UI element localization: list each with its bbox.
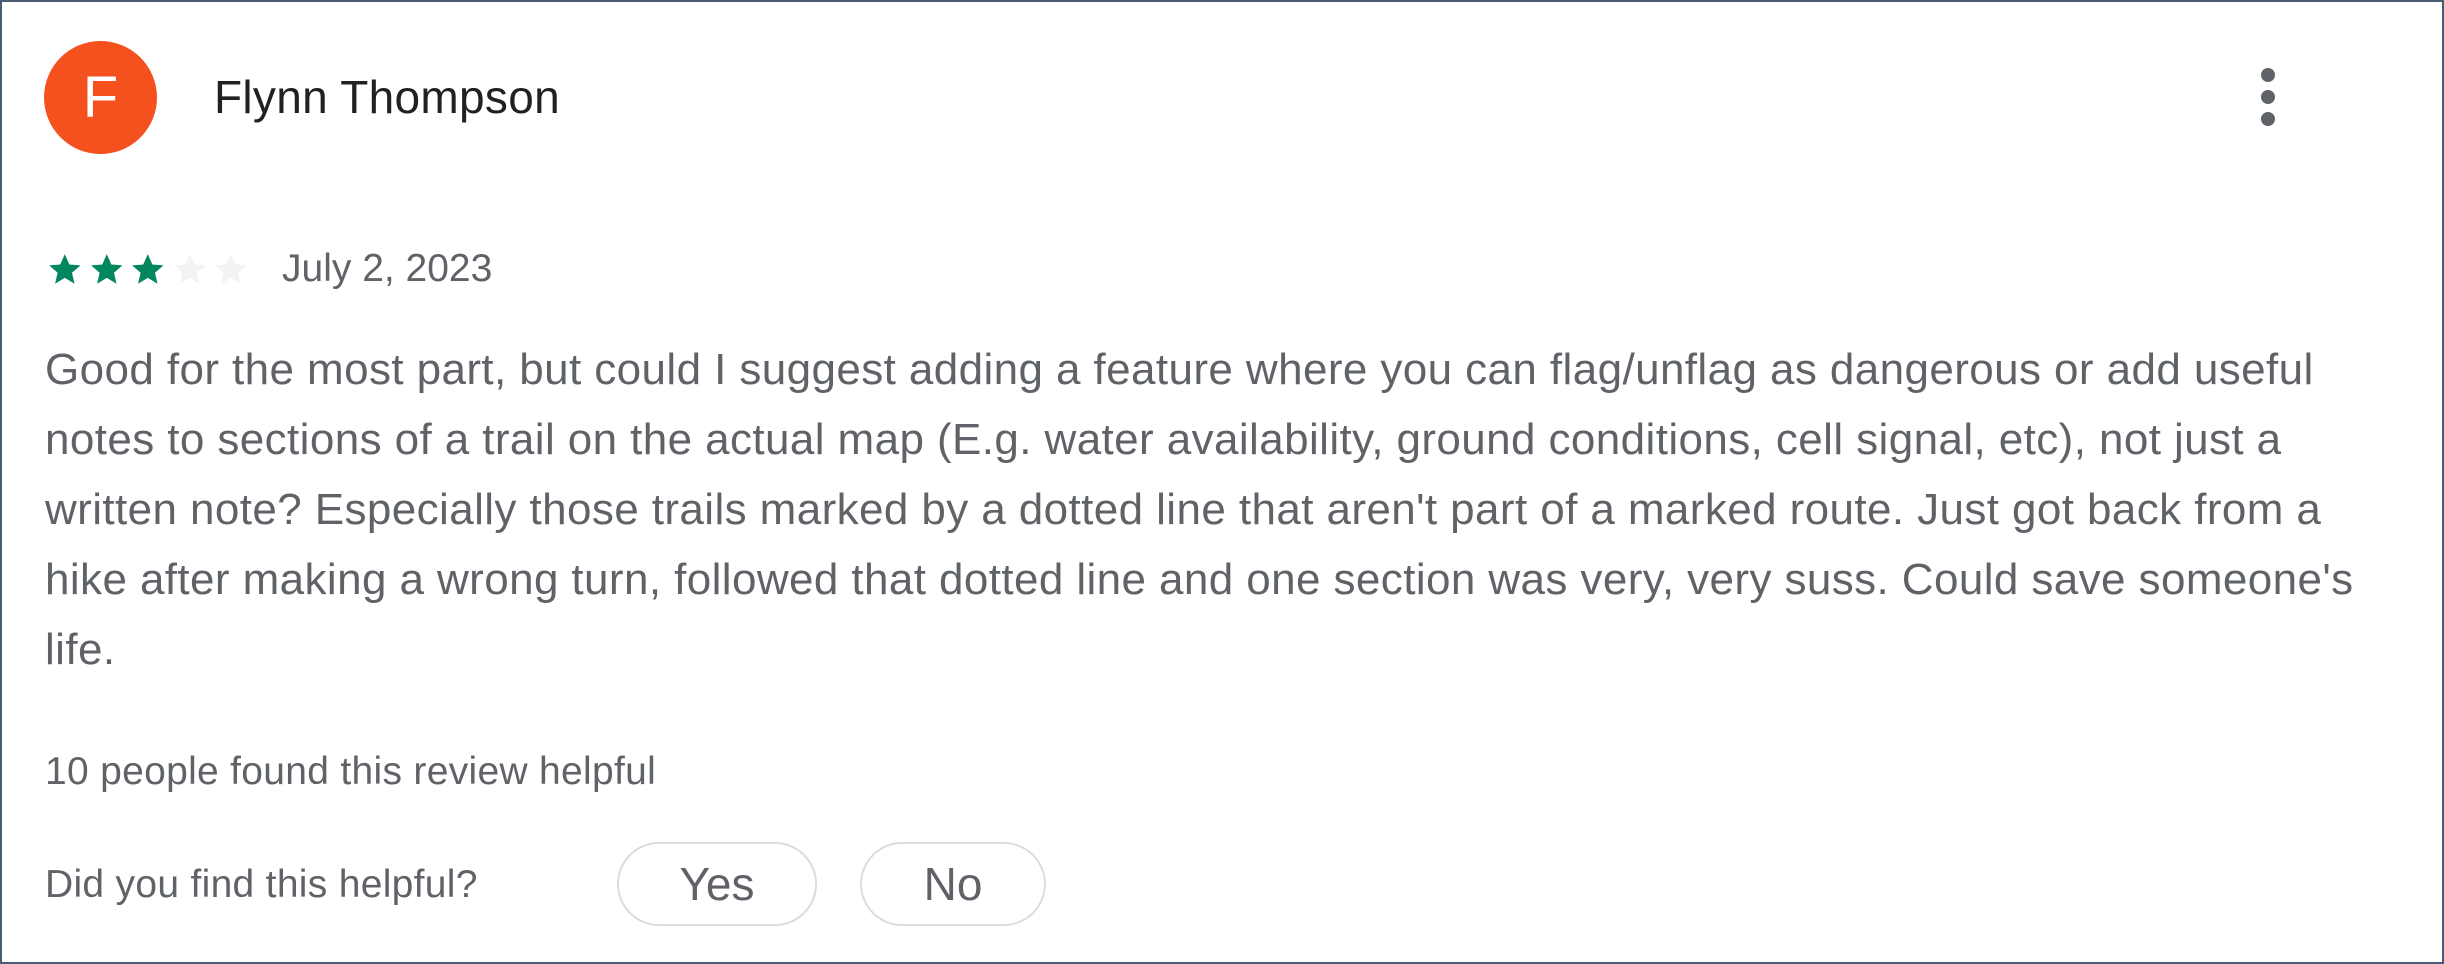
review-card: F Flynn Thompson July 2, 2023 Good for t…	[0, 0, 2444, 964]
star-empty-icon	[173, 254, 206, 284]
reviewer-name: Flynn Thompson	[214, 71, 560, 123]
star-filled-icon	[49, 254, 81, 284]
rating-row: July 2, 2023	[46, 239, 492, 299]
avatar: F	[44, 41, 157, 154]
no-button[interactable]: No	[860, 842, 1046, 926]
avatar-initial: F	[82, 65, 119, 130]
yes-button[interactable]: Yes	[617, 842, 817, 926]
star-empty-icon	[215, 254, 247, 284]
review-text: Good for the most part, but could I sugg…	[45, 345, 2354, 674]
star-rating	[46, 250, 254, 288]
more-options-button[interactable]	[2238, 56, 2298, 138]
star-filled-icon	[90, 254, 123, 284]
helpful-prompt: Did you find this helpful?	[45, 863, 478, 906]
review-date: July 2, 2023	[282, 247, 493, 290]
helpful-count: 10 people found this review helpful	[45, 750, 657, 793]
star-filled-icon	[132, 254, 164, 284]
